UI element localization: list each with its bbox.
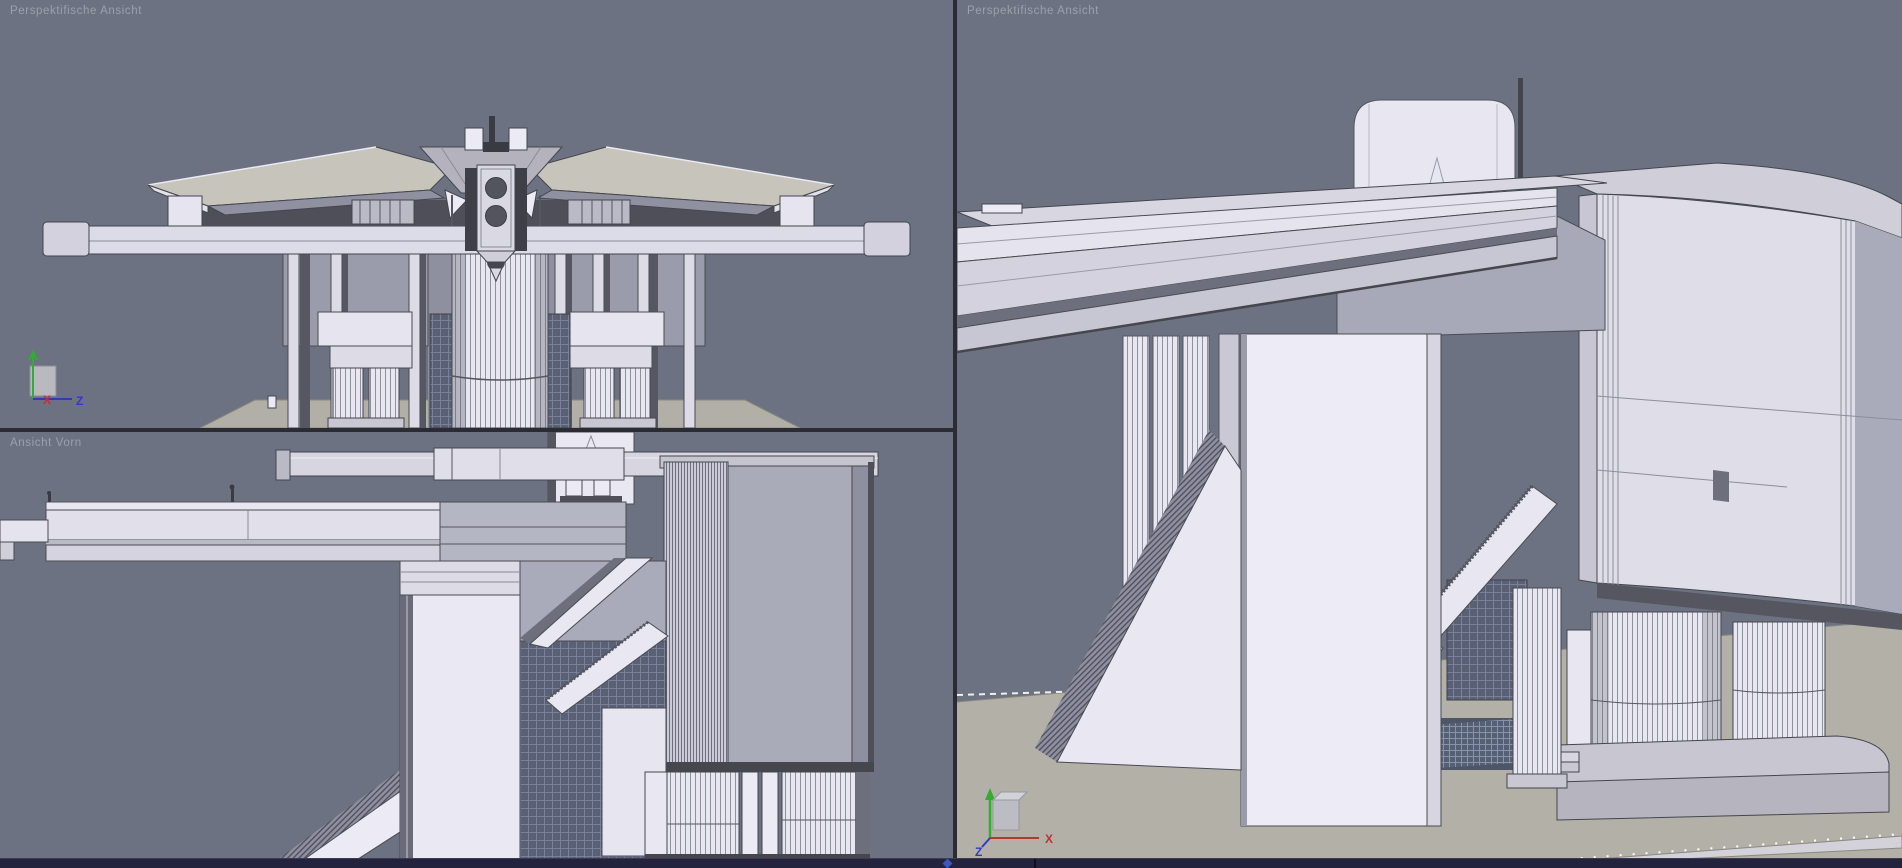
axis-x-label: X xyxy=(43,393,51,407)
scene-perspective-overview: X Z xyxy=(0,0,953,428)
viewport-perspective-left[interactable]: Perspektifische Ansicht X Z xyxy=(0,0,953,428)
viewport-label: Perspektifische Ansicht xyxy=(967,5,1100,17)
central-column xyxy=(399,560,521,861)
viewport-label: Ansicht Vorn xyxy=(10,437,82,449)
viewport-front[interactable]: Ansicht Vorn xyxy=(0,432,953,868)
bar-tick xyxy=(1034,859,1036,868)
scene-perspective-closeup: X Z xyxy=(957,0,1902,868)
scene-front-view: Y X Z xyxy=(0,432,953,868)
right-tower xyxy=(659,455,875,772)
lower-cylinders xyxy=(644,771,870,861)
scrubber-diamond-icon[interactable] xyxy=(942,858,953,868)
bottom-bar[interactable] xyxy=(0,858,1902,868)
axis-z-label: Z xyxy=(975,845,982,859)
central-cylinder xyxy=(451,253,549,428)
right-tower-box xyxy=(1554,162,1902,630)
axis-z-label: Z xyxy=(76,394,83,408)
viewport-splitter-horizontal[interactable] xyxy=(0,428,957,432)
axis-x-label: X xyxy=(1045,832,1053,846)
viewport-label: Perspektifische Ansicht xyxy=(10,5,143,17)
viewport-perspective-right[interactable]: Perspektifische Ansicht X Z xyxy=(957,0,1902,868)
central-slab xyxy=(1218,333,1442,827)
viewport-splitter-vertical[interactable] xyxy=(953,0,957,868)
viewport-layout: Perspektifische Ansicht X Z Ansicht Vorn… xyxy=(0,0,1902,868)
